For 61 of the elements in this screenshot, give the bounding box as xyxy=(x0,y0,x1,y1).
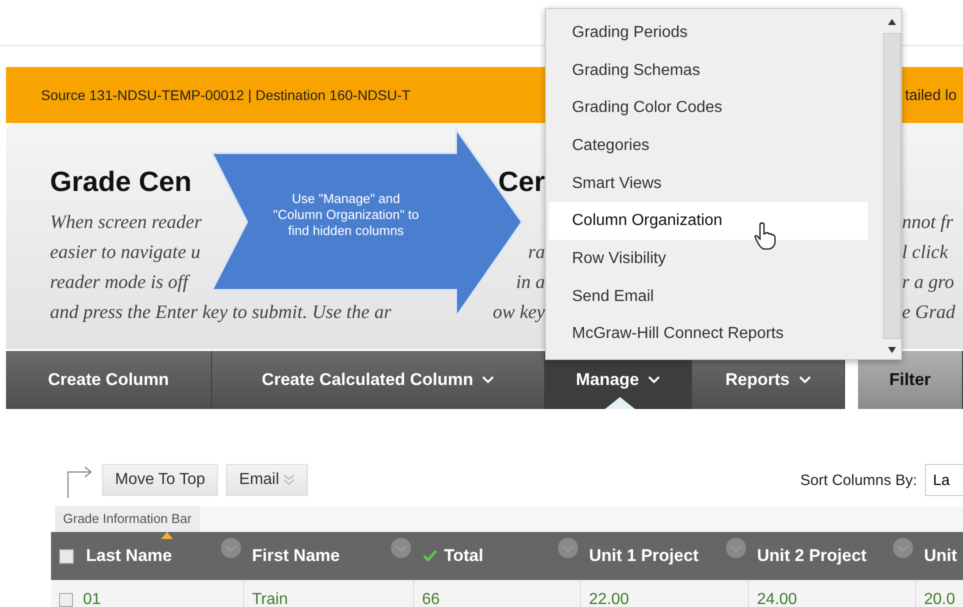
column-header[interactable]: First Name xyxy=(244,532,414,580)
toolbar-button[interactable]: Email xyxy=(226,464,308,496)
scroll-down-icon[interactable] xyxy=(888,347,896,353)
menu-item[interactable]: McGraw-Hill Connect Reports xyxy=(549,316,868,354)
description-text: e Grad xyxy=(902,302,956,324)
notice-text: tailed lo xyxy=(905,86,957,104)
table-cell: 24.00 xyxy=(757,591,798,607)
page-title: Grade Cen xyxy=(50,166,192,198)
nav-tab[interactable]: Create Column xyxy=(6,351,212,409)
menu-item[interactable]: Send Email xyxy=(549,278,868,316)
pointer-icon xyxy=(605,397,635,409)
menu-item[interactable]: Grading Schemas xyxy=(549,52,868,90)
description-text: reader mode is off xyxy=(50,272,188,294)
description-text: ow key xyxy=(492,302,545,324)
notice-text: Source 131-NDSU-TEMP-00012 | Destination 160-NDSU-T xyxy=(40,87,412,103)
column-menu-icon[interactable] xyxy=(557,537,579,559)
description-text: in a xyxy=(516,272,545,294)
sort-label: Sort Columns By: xyxy=(800,472,917,488)
toolbar-button[interactable]: Move To Top xyxy=(102,464,218,496)
column-header[interactable]: Unit xyxy=(916,532,963,580)
checkmark-icon xyxy=(422,549,438,563)
table-cell: 22.00 xyxy=(589,591,630,607)
table-cell: 20.0 xyxy=(924,591,956,607)
column-header[interactable]: Total xyxy=(414,532,581,580)
column-menu-icon[interactable] xyxy=(390,537,412,559)
callout-text: Use "Manage" and "Column Organization" to find hidden columns xyxy=(272,191,420,239)
hand-cursor-icon xyxy=(753,222,777,250)
description-text: r a gro xyxy=(902,272,954,294)
description-text: and press the Enter key to submit. Use the ar xyxy=(50,302,392,324)
description-text: easier to navigate u xyxy=(50,242,200,264)
menu-item[interactable]: Smart Views xyxy=(549,164,868,202)
menu-item[interactable]: Grading Periods xyxy=(549,14,868,52)
column-menu-icon[interactable] xyxy=(725,537,747,559)
chevron-icon xyxy=(283,474,296,486)
scroll-up-icon[interactable] xyxy=(888,19,896,25)
nav-tab[interactable]: Filter xyxy=(858,351,963,409)
select-all-checkbox[interactable] xyxy=(59,548,74,564)
table-cell: 66 xyxy=(422,591,440,607)
sort-select[interactable]: La xyxy=(925,464,963,496)
column-header[interactable]: Last Name xyxy=(51,532,244,580)
table-cell: 01 xyxy=(83,591,101,607)
chevron-icon xyxy=(798,376,811,384)
description-text: When screen reader xyxy=(50,212,202,234)
description-text: l click xyxy=(902,242,948,264)
row-checkbox[interactable] xyxy=(59,593,73,607)
chevron-icon xyxy=(482,376,494,384)
page-title: Cer xyxy=(498,166,545,198)
menu-item[interactable]: Column Organization xyxy=(549,202,868,240)
menu-item[interactable]: Grading Color Codes xyxy=(549,89,868,128)
description-text: ra xyxy=(528,242,545,264)
column-header[interactable]: Unit 2 Project xyxy=(749,532,916,580)
menu-item[interactable]: Categories xyxy=(549,127,868,165)
menu-item[interactable]: Row Visibility xyxy=(549,240,868,278)
description-text: nnot fr xyxy=(902,212,954,234)
grade-information-bar[interactable]: Grade Information Bar xyxy=(55,506,200,532)
column-menu-icon[interactable] xyxy=(892,537,914,559)
nav-tab[interactable]: Create Calculated Column xyxy=(212,351,545,409)
column-menu-icon[interactable] xyxy=(220,537,242,559)
chevron-icon xyxy=(648,376,660,384)
table-cell: Train xyxy=(252,591,288,607)
column-header[interactable]: Unit 1 Project xyxy=(581,532,749,580)
